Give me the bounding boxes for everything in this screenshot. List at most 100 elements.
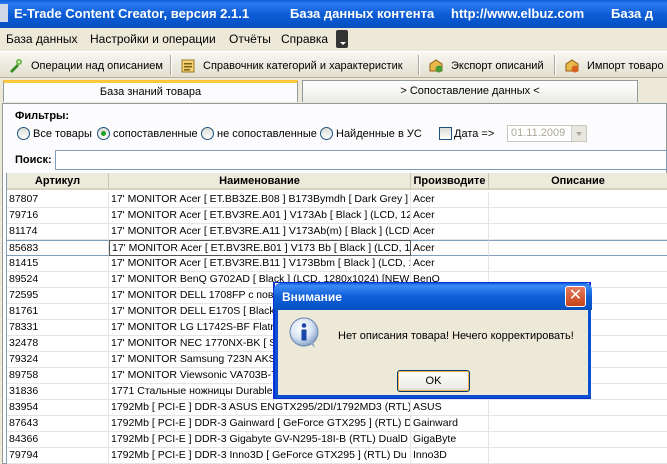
table-cell-maker[interactable]: Acer [411, 256, 489, 272]
table-row[interactable]: 81174 17' MONITOR Acer [ ET.BV3RE.A11 ] V… [7, 224, 667, 240]
menu-bar: База данных Настройки и операции Отчёты … [0, 28, 667, 50]
search-input[interactable] [55, 150, 667, 170]
import-products-button[interactable]: Импорт товаро [564, 56, 664, 76]
table-cell-maker[interactable]: Gainward [411, 416, 489, 432]
filters-label: Фильтры: [15, 110, 70, 122]
radio-unmatched-label: не сопоставленные [217, 127, 317, 140]
radio-circle [17, 127, 30, 140]
table-cell-maker[interactable]: Acer [411, 224, 489, 240]
table-cell-sku[interactable]: 87643 [7, 416, 109, 432]
table-cell-name[interactable]: 1792Mb [ PCI-E ] DDR-3 ASUS ENGTX295/2DI… [109, 400, 411, 416]
toolbar-separator [170, 55, 172, 75]
categories-reference-button[interactable]: Справочник категорий и характеристик [180, 56, 403, 76]
table-cell-name[interactable]: 17' MONITOR Acer [ ET.BB3ZE.B08 ] B173By… [109, 192, 411, 208]
window-title-bar[interactable]: E-Trade Content Creator, версия 2.1.1 Ба… [0, 0, 667, 28]
radio-circle [320, 127, 333, 140]
table-cell-maker[interactable]: Inno3D [411, 448, 489, 464]
close-icon[interactable]: ✕ [565, 286, 586, 307]
import-products-label: Импорт товаро [587, 60, 664, 72]
table-cell-desc[interactable] [489, 192, 667, 208]
column-header-description[interactable]: Описание [489, 173, 667, 189]
export-icon [428, 58, 444, 74]
table-cell-sku[interactable]: 31836 [7, 384, 109, 400]
table-cell-maker[interactable]: ASUS [411, 400, 489, 416]
tab-data-matching[interactable]: > Сопоставление данных < [302, 80, 638, 102]
tab-knowledge-base[interactable]: База знаний товара [3, 80, 298, 102]
table-cell-sku[interactable]: 72595 [7, 288, 109, 304]
date-filter-label: Дата => [454, 127, 495, 140]
menu-settings[interactable]: Настройки и операции [90, 32, 216, 46]
column-header-sku[interactable]: Артикул [7, 173, 109, 189]
ok-button[interactable]: OK [397, 370, 470, 392]
table-cell-sku[interactable]: 32478 [7, 336, 109, 352]
radio-found-in-us[interactable]: Найденные в УС [320, 127, 422, 140]
date-filter-checkbox[interactable]: Дата => [439, 127, 494, 140]
table-cell-desc[interactable] [489, 400, 667, 416]
menu-overflow-button[interactable] [336, 30, 348, 48]
table-cell-sku[interactable]: 79794 [7, 448, 109, 464]
table-cell-sku[interactable]: 81761 [7, 304, 109, 320]
date-dropdown-button[interactable] [571, 126, 586, 141]
table-cell-desc[interactable] [489, 240, 667, 256]
column-header-maker[interactable]: Производите [411, 173, 489, 189]
dialog-title-bar[interactable]: Внимание ✕ [274, 283, 592, 310]
import-icon [564, 58, 580, 74]
table-cell-desc[interactable] [489, 256, 667, 272]
dialog-message: Нет описания товара! Нечего корректирова… [338, 330, 574, 342]
table-cell-maker[interactable]: GigaByte [411, 432, 489, 448]
radio-all-products-label: Все товары [33, 127, 92, 140]
search-label: Поиск: [15, 154, 52, 166]
table-cell-name[interactable]: 17' MONITOR Acer [ ET.BV3RE.B01 ] V173 B… [109, 240, 411, 256]
menu-reports[interactable]: Отчёты [229, 32, 271, 46]
table-cell-sku[interactable]: 79324 [7, 352, 109, 368]
table-cell-desc[interactable] [489, 448, 667, 464]
description-operations-button[interactable]: Операции над описанием [8, 56, 163, 76]
table-cell-desc[interactable] [489, 432, 667, 448]
export-descriptions-button[interactable]: Экспорт описаний [428, 56, 544, 76]
table-cell-name[interactable]: 17' MONITOR Acer [ ET.BV3RE.B11 ] V173Bb… [109, 256, 411, 272]
table-cell-sku[interactable]: 81174 [7, 224, 109, 240]
app-icon [0, 4, 8, 22]
radio-matched[interactable]: сопоставленные [97, 127, 198, 140]
table-row[interactable]: 79716 17' MONITOR Acer [ ET.BV3RE.A01 ] V… [7, 208, 667, 224]
categories-reference-label: Справочник категорий и характеристик [203, 60, 403, 72]
table-cell-name[interactable]: 1792Mb [ PCI-E ] DDR-3 Gigabyte GV-N295-… [109, 432, 411, 448]
table-row[interactable]: 81415 17' MONITOR Acer [ ET.BV3RE.B11 ] V… [7, 256, 667, 272]
table-cell-sku[interactable]: 79716 [7, 208, 109, 224]
radio-matched-label: сопоставленные [113, 127, 198, 140]
table-cell-sku[interactable]: 87807 [7, 192, 109, 208]
table-cell-desc[interactable] [489, 208, 667, 224]
table-cell-sku[interactable]: 83954 [7, 400, 109, 416]
table-cell-sku[interactable]: 81415 [7, 256, 109, 272]
window-title-app: E-Trade Content Creator, версия 2.1.1 [14, 6, 250, 21]
menu-database[interactable]: База данных [6, 32, 77, 46]
table-row[interactable]: 84366 1792Mb [ PCI-E ] DDR-3 Gigabyte GV-… [7, 432, 667, 448]
table-cell-sku[interactable]: 89758 [7, 368, 109, 384]
table-cell-sku[interactable]: 85683 [7, 240, 109, 256]
description-operations-label: Операции над описанием [31, 60, 163, 72]
table-row[interactable]: 87643 1792Mb [ PCI-E ] DDR-3 Gainward [ G… [7, 416, 667, 432]
table-cell-name[interactable]: 1792Mb [ PCI-E ] DDR-3 Gainward [ GeForc… [109, 416, 411, 432]
table-row[interactable]: 79794 1792Mb [ PCI-E ] DDR-3 Inno3D [ GeF… [7, 448, 667, 464]
table-cell-maker[interactable]: Acer [411, 208, 489, 224]
column-header-name[interactable]: Наименование [109, 173, 411, 189]
radio-all-products[interactable]: Все товары [17, 127, 92, 140]
table-row[interactable]: 87807 17' MONITOR Acer [ ET.BB3ZE.B08 ] B… [7, 192, 667, 208]
table-cell-name[interactable]: 17' MONITOR Acer [ ET.BV3RE.A01 ] V173Ab… [109, 208, 411, 224]
table-cell-sku[interactable]: 89524 [7, 272, 109, 288]
window-title-url: http://www.elbuz.com [451, 6, 585, 21]
table-cell-sku[interactable]: 84366 [7, 432, 109, 448]
table-cell-desc[interactable] [489, 416, 667, 432]
info-icon [289, 317, 319, 348]
table-row[interactable]: 83954 1792Mb [ PCI-E ] DDR-3 ASUS ENGTX29… [7, 400, 667, 416]
table-cell-maker[interactable]: Acer [411, 192, 489, 208]
menu-help[interactable]: Справка [281, 32, 328, 46]
radio-unmatched[interactable]: не сопоставленные [201, 127, 317, 140]
table-cell-name[interactable]: 1792Mb [ PCI-E ] DDR-3 Inno3D [ GeForce … [109, 448, 411, 464]
table-row[interactable]: 85683 17' MONITOR Acer [ ET.BV3RE.B01 ] V… [7, 240, 667, 256]
table-cell-desc[interactable] [489, 224, 667, 240]
table-cell-name[interactable]: 17' MONITOR Acer [ ET.BV3RE.A11 ] V173Ab… [109, 224, 411, 240]
window-title-extra: База д [611, 6, 654, 21]
table-cell-sku[interactable]: 78331 [7, 320, 109, 336]
table-cell-maker[interactable]: Acer [411, 240, 489, 256]
